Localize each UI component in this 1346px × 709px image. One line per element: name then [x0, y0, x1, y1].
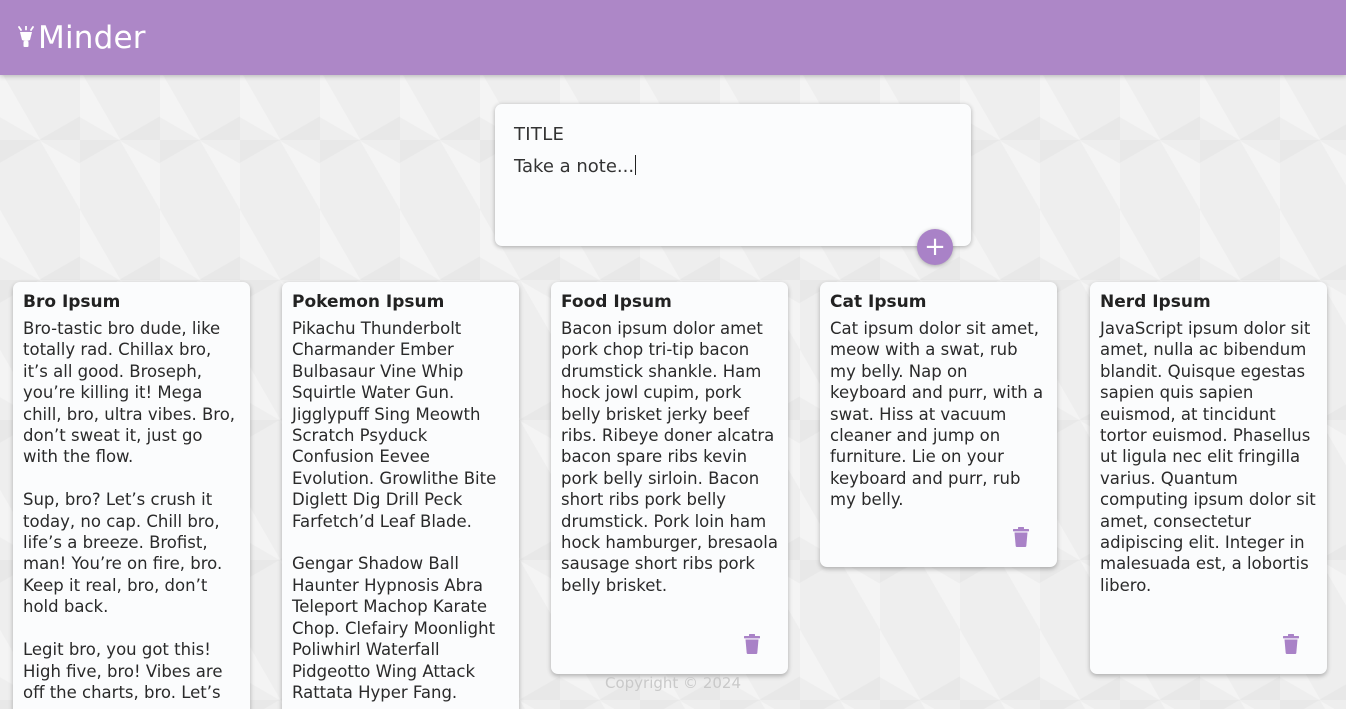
lightbulb-icon — [16, 23, 36, 53]
note-card-nerd-ipsum: Nerd Ipsum JavaScript ipsum dolor sit am… — [1090, 282, 1327, 674]
app-logo-text: Minder — [38, 19, 146, 56]
note-title: Food Ipsum — [561, 292, 672, 312]
create-note-form[interactable]: TITLE Take a note... — [495, 104, 971, 246]
text-caret — [635, 155, 637, 175]
trash-icon[interactable] — [744, 634, 760, 654]
trash-icon[interactable] — [1283, 634, 1299, 654]
app-header: Minder — [0, 0, 1346, 75]
add-note-button[interactable]: + — [917, 229, 953, 265]
note-card-food-ipsum: Food Ipsum Bacon ipsum dolor amet pork c… — [551, 282, 788, 674]
note-card-bro-ipsum: Bro Ipsum Bro-tastic bro dude, like tota… — [13, 282, 250, 709]
note-content: Cat ipsum dolor sit amet, meow with a sw… — [830, 319, 1044, 510]
note-title-input[interactable]: TITLE — [514, 124, 564, 145]
note-body-input[interactable]: Take a note... — [514, 155, 637, 177]
note-content: Pikachu Thunderbolt Charmander Ember Bul… — [292, 319, 497, 702]
note-title: Nerd Ipsum — [1100, 292, 1211, 312]
note-title: Bro Ipsum — [23, 292, 121, 312]
note-content: JavaScript ipsum dolor sit amet, nulla a… — [1100, 319, 1316, 595]
note-content: Bacon ipsum dolor amet pork chop tri-tip… — [561, 319, 778, 595]
note-content: Bro-tastic bro dude, like totally rad. C… — [23, 319, 236, 702]
note-title: Pokemon Ipsum — [292, 292, 445, 312]
note-title: Cat Ipsum — [830, 292, 927, 312]
note-card-cat-ipsum: Cat Ipsum Cat ipsum dolor sit amet, meow… — [820, 282, 1057, 567]
note-body-text: Take a note... — [514, 156, 635, 177]
trash-icon[interactable] — [1013, 527, 1029, 547]
footer-copyright: Copyright © 2024 — [604, 674, 741, 692]
note-card-pokemon-ipsum: Pokemon Ipsum Pikachu Thunderbolt Charma… — [282, 282, 519, 709]
